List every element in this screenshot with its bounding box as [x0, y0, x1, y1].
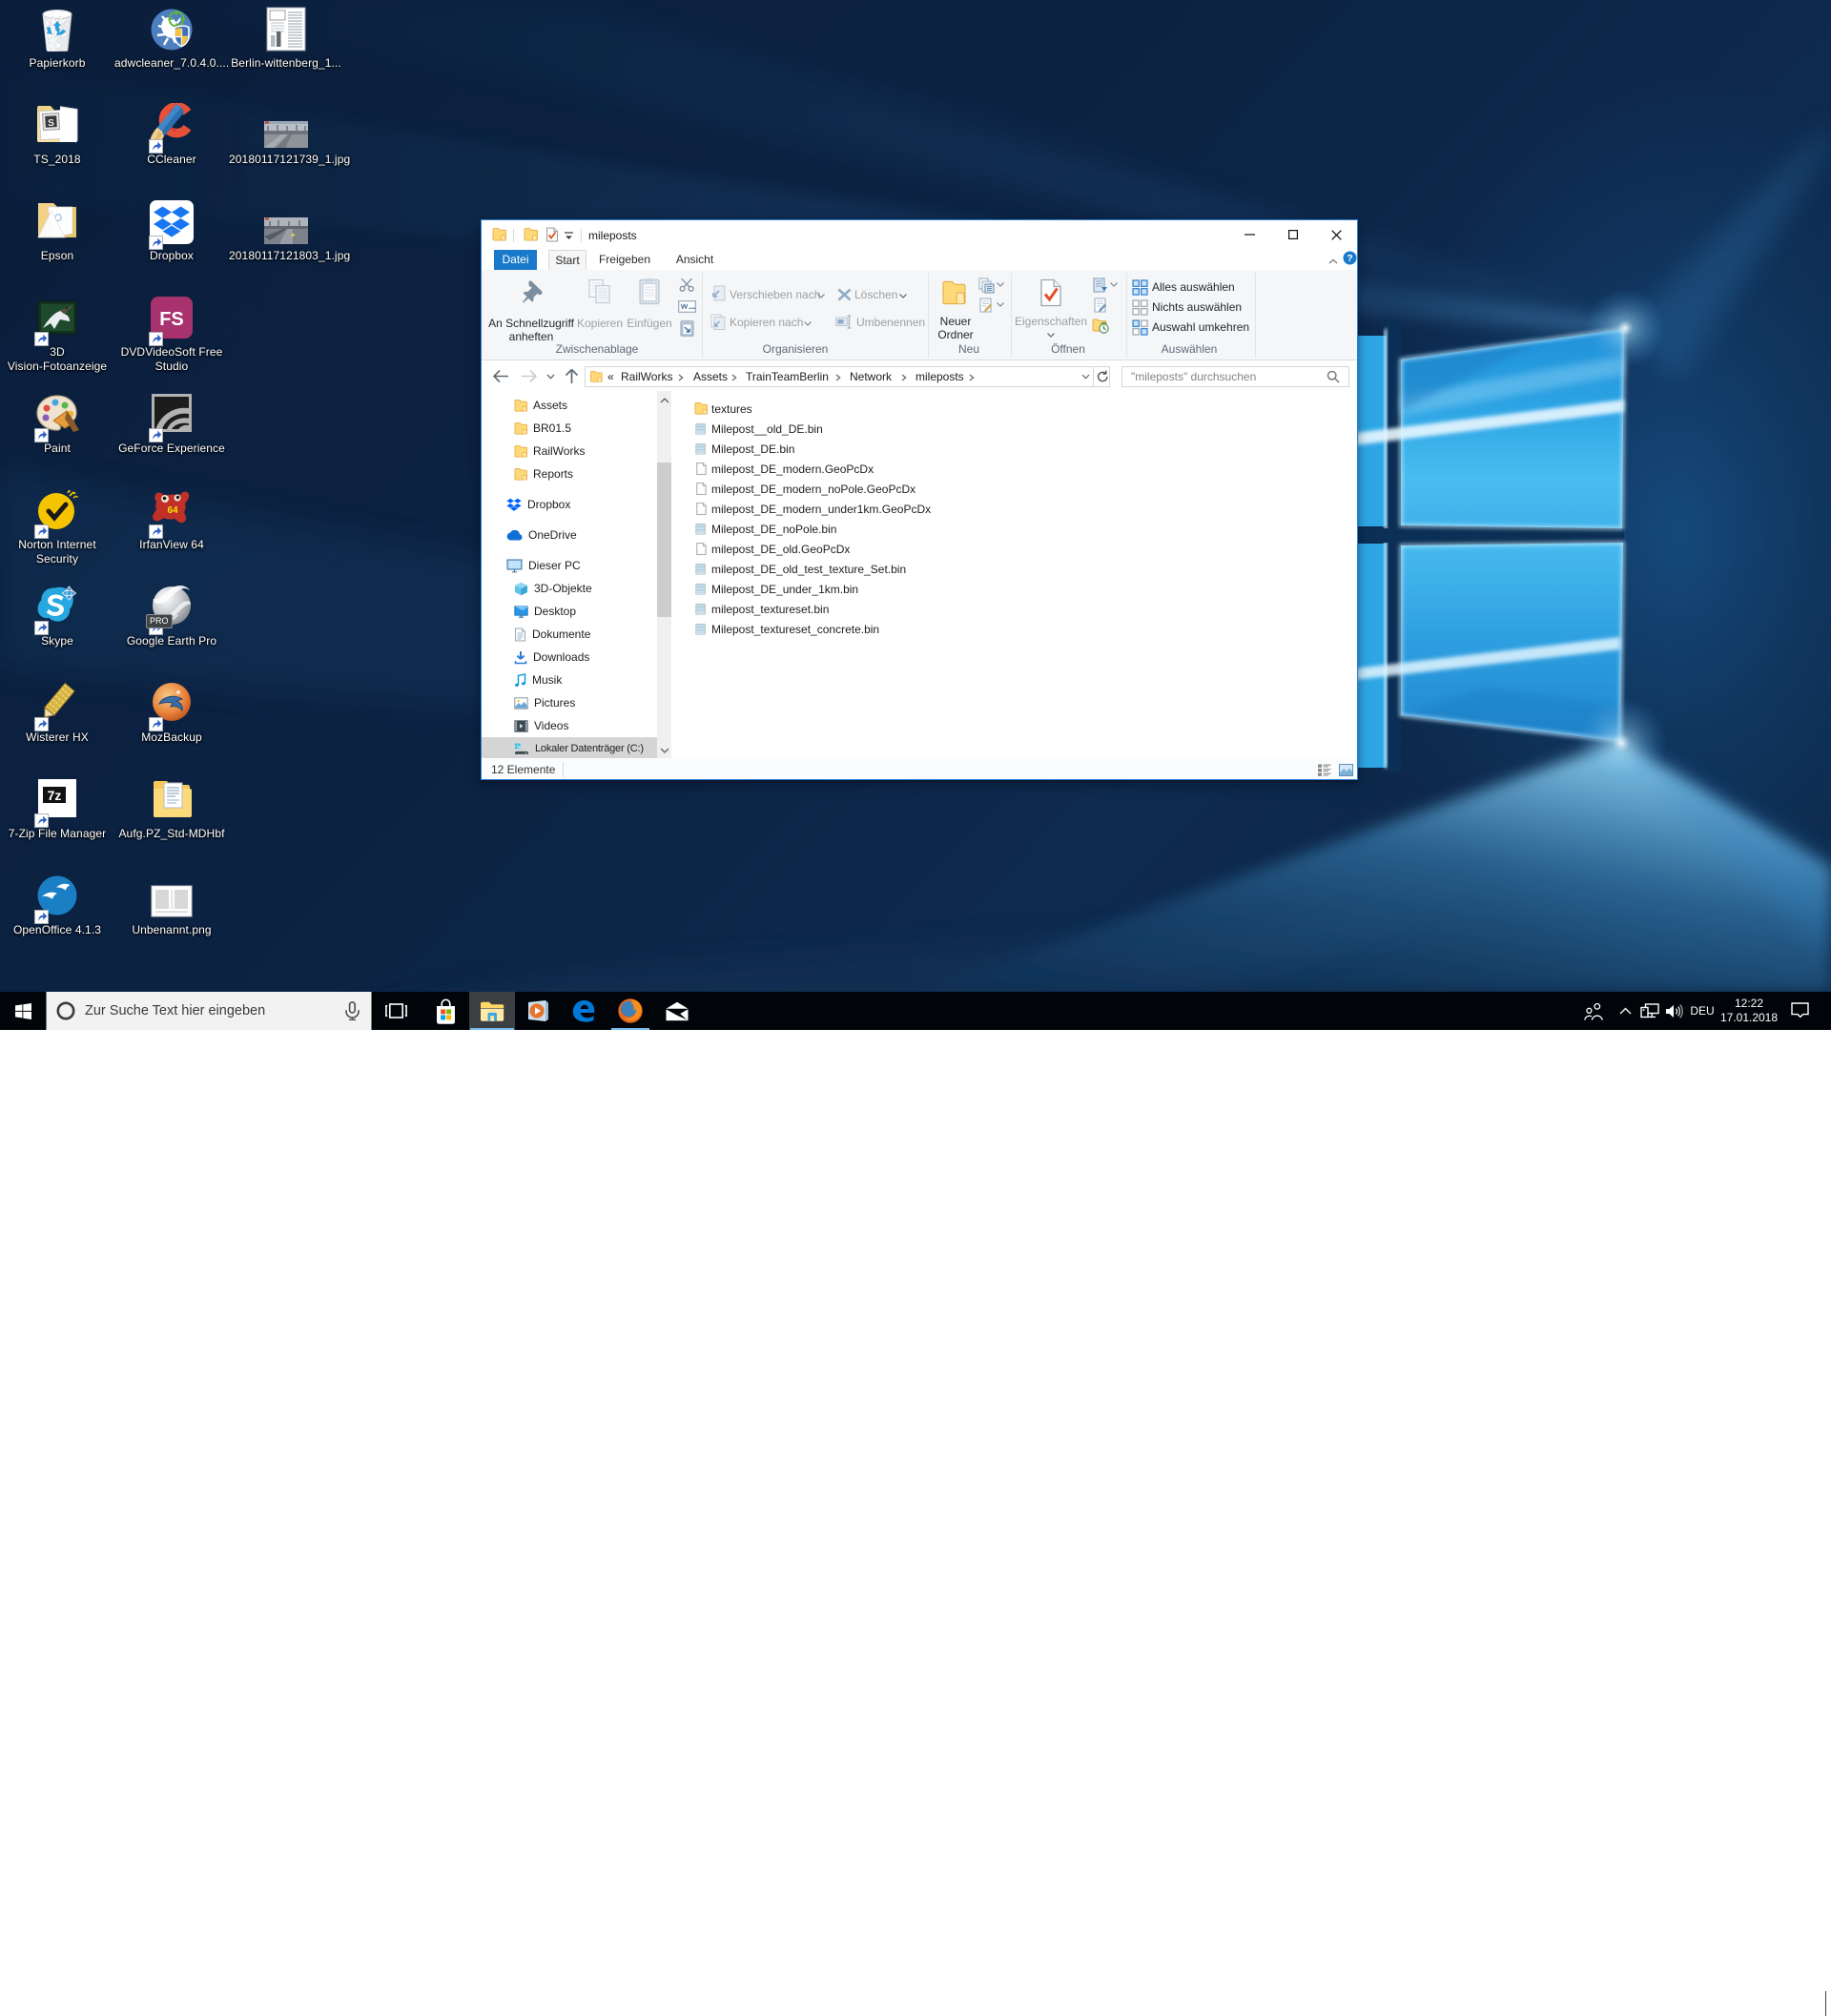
svg-text:7z: 7z	[48, 788, 62, 803]
svg-text:FS: FS	[159, 309, 184, 330]
svg-text:S: S	[48, 118, 55, 129]
svg-text:?: ?	[1347, 253, 1352, 264]
svg-text:64: 64	[167, 505, 178, 516]
